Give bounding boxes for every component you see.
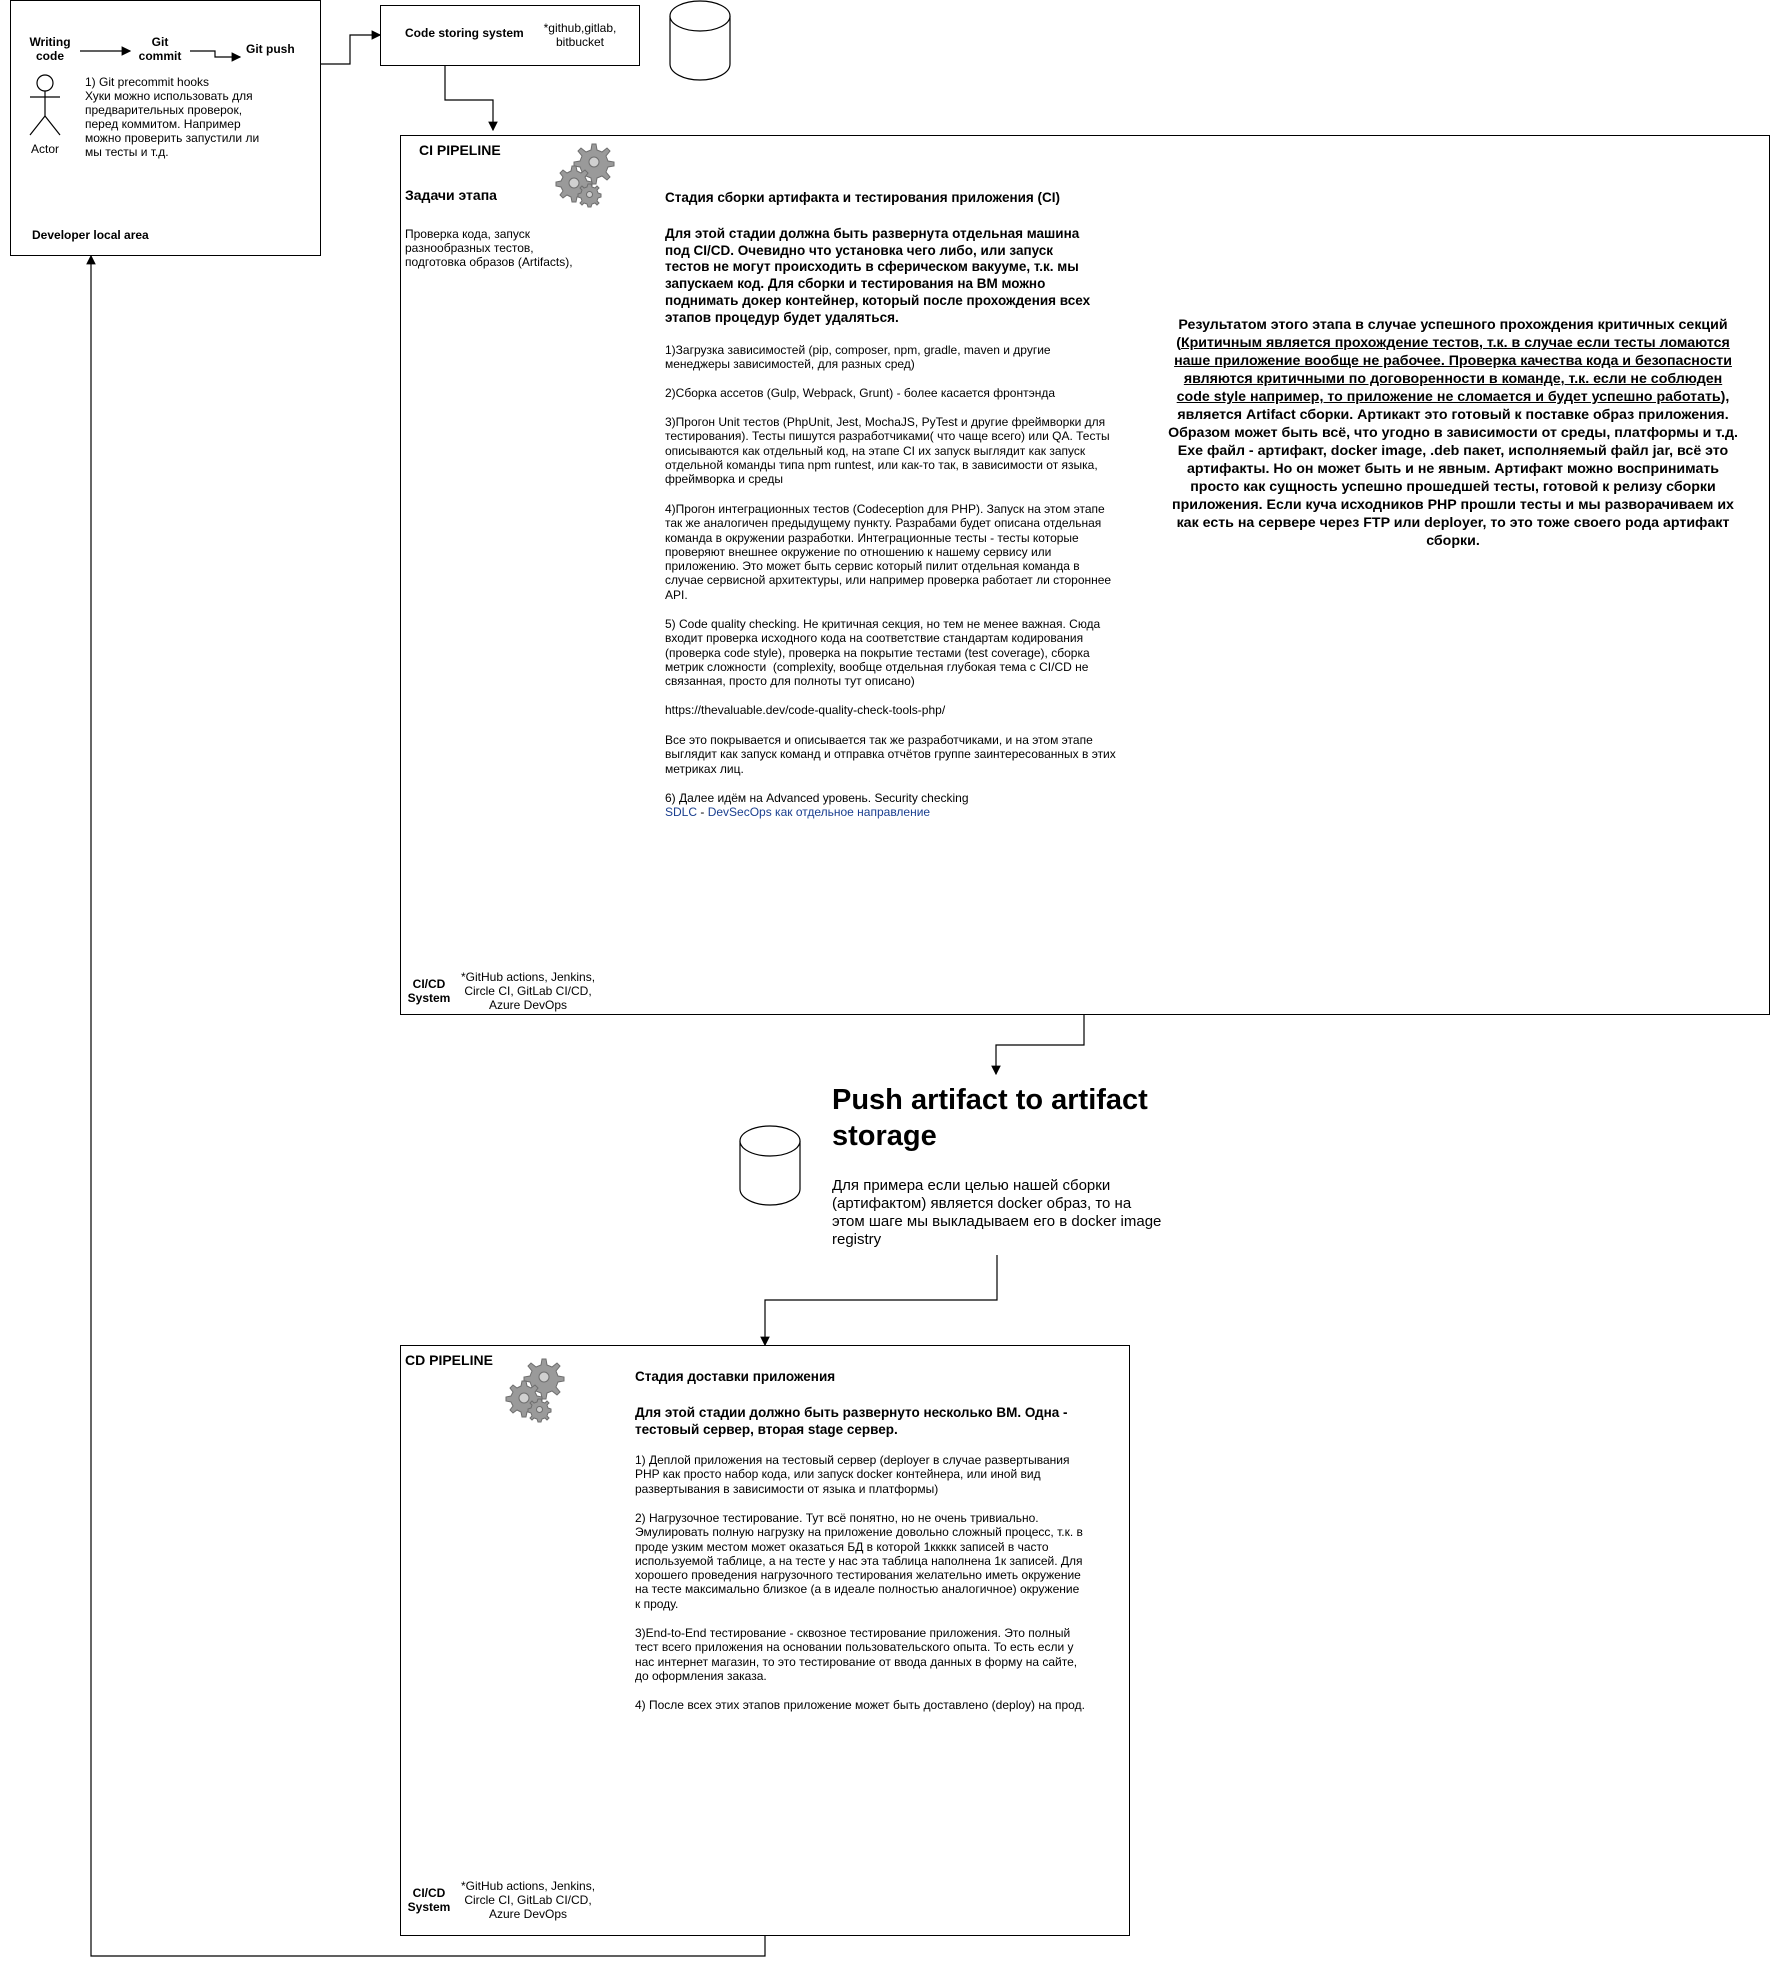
- ci-result-text: Результатом этого этапа в случае успешно…: [1148, 316, 1758, 550]
- ci-system-examples: *GitHub actions, Jenkins, Circle CI, Git…: [460, 970, 596, 1012]
- arrow-artifact-to-cd: [760, 1255, 998, 1347]
- precommit-hooks-note: 1) Git precommit hooks Хуки можно исполь…: [85, 75, 260, 159]
- cd-step-4: 4) После всех этих этапов приложение мож…: [635, 1698, 1085, 1712]
- ci-step-1: 1)Загрузка зависимостей (pip, composer, …: [665, 343, 1051, 372]
- code-storage-examples: *github,gitlab, bitbucket: [543, 21, 617, 49]
- ci-quality-url[interactable]: https://thevaluable.dev/code-quality-che…: [665, 703, 1125, 717]
- sdlc-link[interactable]: SDLC: [665, 805, 697, 819]
- ci-tasks-text: Проверка кода, запуск разнообразных тест…: [405, 227, 573, 269]
- ci-system-label: CI/CD System: [407, 977, 451, 1005]
- ci-pipeline-title: CI PIPELINE: [419, 142, 501, 158]
- code-storage-title: Code storing system: [405, 26, 524, 40]
- git-commit-label: Git commit: [138, 35, 182, 63]
- ci-step-3: 3)Прогон Unit тестов (PhpUnit, Jest, Moc…: [665, 415, 1110, 487]
- ci-step-4: 4)Прогон интеграционных тестов (Codecept…: [665, 502, 1112, 602]
- writing-code-label: Writing code: [29, 35, 71, 63]
- artifact-text: Для примера если целью нашей сборки (арт…: [832, 1177, 1162, 1248]
- devsecops-link[interactable]: DevSecOps: [708, 805, 772, 819]
- arrow-storage-to-ci: [444, 66, 498, 132]
- ci-stage-title: Стадия сборки артифакта и тестирования п…: [665, 190, 1061, 205]
- cd-pipeline-title: CD PIPELINE: [405, 1352, 493, 1368]
- ci-tasks-title: Задачи этапа: [405, 187, 497, 203]
- database-icon: [669, 0, 731, 81]
- database-icon: [739, 1125, 801, 1206]
- ci-step-5: 5) Code quality checking. Не критичная с…: [665, 617, 1101, 689]
- ci-reporting-text: Все это покрывается и описывается так же…: [665, 733, 1116, 776]
- cd-system-label: CI/CD System: [407, 1886, 451, 1914]
- arrow-ci-to-artifact: [991, 1015, 1085, 1076]
- ci-result-critical-note: Критичным является прохождение тестов, т…: [1174, 335, 1732, 405]
- ci-result-part-2: ), является Artifact сборки. Артикакт эт…: [1168, 389, 1738, 549]
- ci-step-6: 6) Далее идём на Advanced уровень. Secur…: [665, 791, 969, 805]
- cd-step-2: 2) Нагрузочное тестирование. Тут всё пон…: [635, 1511, 1083, 1611]
- links-separator: -: [697, 805, 708, 819]
- developer-area-label: Developer local area: [32, 228, 149, 242]
- cd-step-1: 1) Деплой приложения на тестовый сервер …: [635, 1453, 1070, 1496]
- arrow-dev-to-storage: [321, 30, 382, 65]
- cd-system-examples: *GitHub actions, Jenkins, Circle CI, Git…: [460, 1879, 596, 1921]
- ci-intro: Для этой стадии должна быть развернута о…: [665, 226, 1091, 325]
- actor-label: Actor: [30, 142, 59, 156]
- devsecops-direction-link[interactable]: как отдельное направление: [772, 805, 930, 819]
- ci-devsecops-links: SDLC - DevSecOps как отдельное направлен…: [665, 805, 1125, 819]
- ci-step-2: 2)Сборка ассетов (Gulp, Webpack, Grunt) …: [665, 386, 1055, 400]
- artifact-title: Push artifact to artifact storage: [832, 1084, 1148, 1152]
- cd-intro: Для этой стадии должно быть развернуто н…: [635, 1405, 1068, 1437]
- cd-step-3: 3)End-to-End тестирование - сквозное тес…: [635, 1626, 1078, 1683]
- git-push-label: Git push: [246, 42, 295, 56]
- cd-stage-title: Стадия доставки приложения: [635, 1369, 836, 1384]
